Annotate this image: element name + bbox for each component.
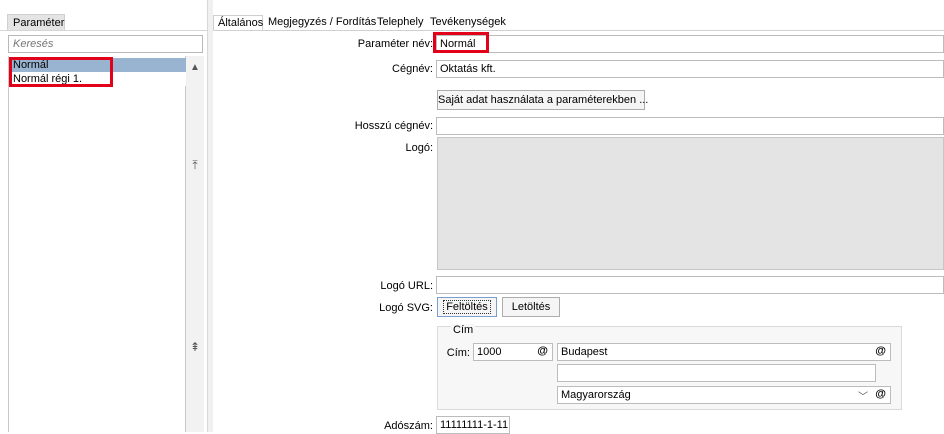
tax-number-label: Adószám:	[384, 420, 433, 432]
long-company-name-field[interactable]	[436, 117, 944, 135]
logo-image-area[interactable]	[437, 137, 944, 270]
list-item-normal-regi[interactable]: Normál régi 1.	[9, 72, 187, 86]
download-button[interactable]: Letöltés	[502, 297, 560, 317]
parameter-list: Normál Normál régi 1.	[8, 56, 187, 432]
chevron-down-icon[interactable]: ﹀	[858, 388, 868, 403]
parameter-name-field[interactable]: Normál	[436, 35, 944, 53]
scroll-to-top-icon[interactable]: ⤒	[186, 158, 204, 173]
panel-splitter[interactable]	[207, 0, 213, 432]
long-company-name-label: Hosszú cégnév:	[354, 120, 433, 132]
tab-altalanos[interactable]: Általános	[213, 15, 263, 31]
city-field[interactable]: Budapest @	[557, 343, 891, 361]
address-label: Cím:	[446, 347, 470, 359]
postal-code-field[interactable]: 1000 @	[473, 343, 553, 361]
scroll-up-icon[interactable]: ▲	[186, 62, 204, 73]
company-name-label: Cégnév:	[392, 63, 433, 75]
country-value: Magyarország	[561, 389, 631, 401]
lookup-icon[interactable]: @	[875, 345, 886, 357]
tab-telephely[interactable]: Telephely	[373, 15, 427, 31]
company-name-field[interactable]: Oktatás kft.	[436, 60, 944, 78]
tab-megjegyzes-forditas[interactable]: Megjegyzés / Fordítás	[264, 15, 380, 31]
search-input[interactable]	[8, 35, 203, 53]
parameter-name-label: Paraméter név:	[357, 38, 433, 50]
logo-url-field[interactable]	[436, 276, 944, 294]
city-value: Budapest	[561, 346, 608, 358]
tax-number-field[interactable]: 11111111-1-11	[436, 416, 510, 434]
upload-button-label: Feltöltés	[443, 300, 491, 314]
lookup-icon[interactable]: @	[875, 388, 886, 400]
lookup-icon[interactable]: @	[537, 345, 548, 357]
tab-tevekenysegek[interactable]: Tevékenységek	[426, 15, 510, 31]
list-scrollbar[interactable]: ▲ ⤒ ⇞	[186, 56, 204, 432]
parameter-tab[interactable]: Paraméter	[7, 14, 65, 31]
scroll-to-bottom-icon[interactable]: ⇞	[186, 340, 204, 354]
use-own-data-button[interactable]: Saját adat használata a paraméterekben .…	[437, 90, 648, 110]
panel-header-divider	[0, 30, 207, 31]
logo-svg-label: Logó SVG:	[379, 302, 433, 314]
address-group-title: Cím	[451, 324, 476, 336]
list-item-normal[interactable]: Normál	[9, 58, 187, 72]
postal-code-value: 1000	[477, 346, 502, 358]
logo-label: Logó:	[405, 142, 433, 154]
street-field[interactable]	[557, 364, 876, 382]
logo-url-label: Logó URL:	[380, 280, 433, 292]
tab-strip-divider	[213, 30, 944, 31]
upload-button[interactable]: Feltöltés	[437, 297, 497, 317]
country-select[interactable]: Magyarország ﹀ @	[557, 386, 891, 404]
